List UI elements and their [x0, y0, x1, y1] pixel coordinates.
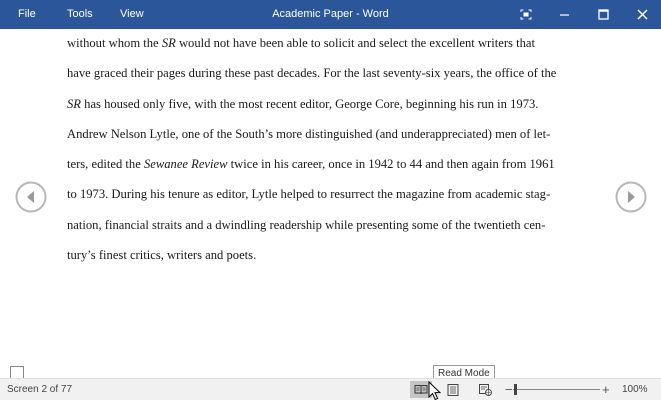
read-mode-button[interactable] — [410, 381, 432, 398]
print-layout-icon — [447, 383, 459, 396]
zoom-level[interactable]: 100% — [622, 379, 648, 401]
web-layout-icon — [478, 383, 492, 396]
previous-screen-button[interactable] — [15, 181, 47, 213]
minimize-icon — [559, 14, 569, 16]
text-segment: nation, financial straits and a dwindlin… — [67, 217, 546, 232]
text-segment: ters, edited the — [67, 157, 144, 172]
screen-count: Screen 2 of 77 — [7, 384, 73, 395]
italic-text-segment: SR — [161, 36, 176, 50]
close-icon — [636, 9, 648, 20]
close-button[interactable] — [622, 0, 661, 29]
menu-file[interactable]: File — [18, 0, 36, 29]
italic-text-segment: Sewanee Review — [143, 157, 228, 172]
text-segment: to 1973. During his tenure as editor, Ly… — [67, 187, 551, 202]
read-mode-icon — [414, 385, 428, 395]
zoom-slider-thumb[interactable] — [514, 384, 517, 395]
window-bottom-edge — [0, 400, 661, 405]
text-segment: has housed only five, with the most rece… — [81, 96, 539, 111]
italic-text-segment: SR — [67, 96, 81, 111]
maximize-icon — [597, 9, 609, 20]
web-layout-button[interactable] — [474, 381, 496, 398]
focus-mode-icon — [520, 9, 532, 20]
document-line: tury’s finest critics, writers and poets… — [67, 245, 607, 275]
maximize-button[interactable] — [583, 0, 623, 29]
print-layout-button[interactable] — [442, 381, 464, 398]
next-screen-icon — [615, 181, 647, 213]
zoom-out-button[interactable]: − — [505, 379, 513, 401]
document-line: have graced their pages during these pas… — [67, 63, 607, 93]
document-line: without whom the SR would not have been … — [67, 33, 607, 63]
previous-screen-icon — [15, 181, 47, 213]
document-line: ters, edited the Sewanee Review twice in… — [67, 154, 607, 184]
document-text: without whom the SR would not have been … — [67, 33, 607, 275]
zoom-slider[interactable] — [513, 389, 600, 390]
text-segment: without whom the — [67, 36, 162, 50]
text-segment: have graced their pages during these pas… — [67, 66, 557, 81]
text-segment: twice in his career, once in 1942 to 44 … — [227, 157, 555, 172]
zoom-in-button[interactable]: + — [602, 379, 610, 401]
text-segment: Andrew Nelson Lytle, one of the South’s … — [67, 126, 551, 141]
focus-mode-button[interactable] — [506, 0, 546, 29]
text-segment: tury’s finest critics, writers and poets… — [67, 248, 257, 263]
document-line: Andrew Nelson Lytle, one of the South’s … — [67, 124, 607, 154]
text-segment: would not have been able to solicit and … — [175, 36, 535, 50]
document-line: nation, financial straits and a dwindlin… — [67, 215, 607, 245]
status-bar: Screen 2 of 77 − + 100% — [0, 378, 661, 401]
title-bar: File Tools View Academic Paper - Word — [0, 0, 661, 29]
document-line: SR has housed only five, with the most r… — [67, 94, 607, 124]
menu-view[interactable]: View — [120, 0, 144, 29]
document-line: to 1973. During his tenure as editor, Ly… — [67, 184, 607, 214]
next-screen-button[interactable] — [615, 181, 647, 213]
minimize-button[interactable] — [544, 0, 584, 29]
menu-tools[interactable]: Tools — [67, 0, 93, 29]
